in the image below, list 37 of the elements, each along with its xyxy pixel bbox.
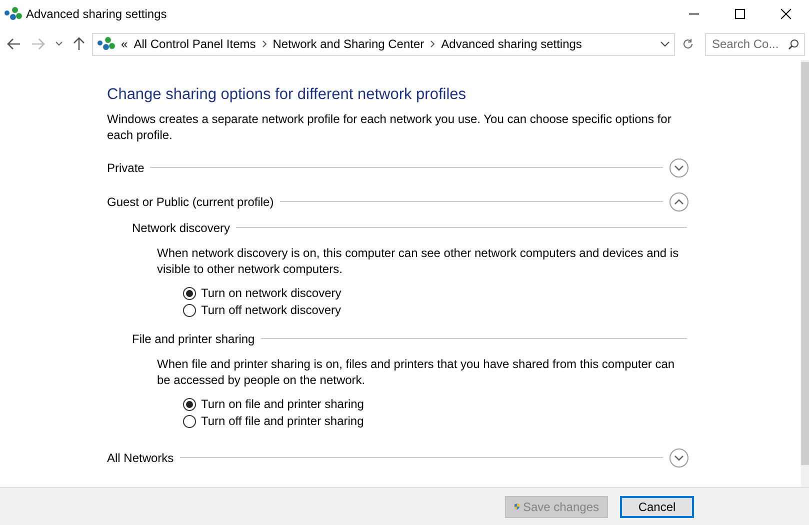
address-bar[interactable]: « All Control Panel Items Network and Sharing Center Advanced sharing settings	[92, 32, 675, 56]
radio-label[interactable]: Turn off file and printer sharing	[201, 412, 364, 430]
window-title: Advanced sharing settings	[26, 6, 167, 23]
section-title: Network discovery	[132, 220, 230, 237]
breadcrumb[interactable]: Advanced sharing settings	[441, 35, 582, 53]
description-text: Windows creates a separate network profile for each network you use. You can choose specific options for each profile.	[107, 110, 672, 143]
section-description: When network discovery is on, this computer can see other network computers and devices and is visible to other network computers.	[157, 244, 680, 277]
radio-button[interactable]	[183, 286, 196, 300]
profile-header[interactable]: All Networks	[107, 448, 174, 467]
maximize-icon	[735, 9, 745, 19]
profile-header[interactable]: Guest or Public (current profile)	[107, 192, 274, 211]
radio-label[interactable]: Turn off network discovery	[201, 301, 342, 320]
search-field[interactable]: Search Co...	[705, 32, 805, 56]
breadcrumb-overflow[interactable]: «	[121, 35, 128, 53]
radio-label[interactable]: Turn on network discovery	[201, 284, 342, 302]
chevron-icon	[430, 40, 436, 48]
page-heading: Change sharing options for different network profiles	[107, 86, 468, 105]
breadcrumb[interactable]: Network and Sharing Center	[272, 35, 424, 53]
expand-toggle[interactable]	[669, 192, 689, 212]
radio-button[interactable]	[183, 414, 196, 428]
network-icon	[97, 37, 115, 51]
cancel-button[interactable]: Cancel	[620, 496, 694, 518]
search-icon	[788, 38, 799, 50]
expand-toggle[interactable]	[669, 158, 689, 178]
network-icon	[4, 7, 22, 21]
chevron-icon	[262, 40, 267, 48]
radio-label[interactable]: Turn on file and printer sharing	[201, 395, 364, 414]
section-title: File and printer sharing	[132, 330, 255, 348]
dropdown-icon[interactable]	[660, 41, 670, 47]
scrollbar-thumb[interactable]	[801, 62, 809, 465]
radio-button[interactable]	[183, 304, 196, 317]
radio-button[interactable]	[183, 398, 196, 411]
breadcrumb[interactable]: All Control Panel Items	[134, 35, 256, 53]
expand-toggle[interactable]	[669, 448, 689, 468]
profile-header[interactable]: Private	[107, 158, 144, 177]
close-icon	[781, 9, 791, 19]
section-description: When file and printer sharing is on, files and printers that you have shared from this computer can be accessed by people on the network.	[157, 356, 676, 388]
